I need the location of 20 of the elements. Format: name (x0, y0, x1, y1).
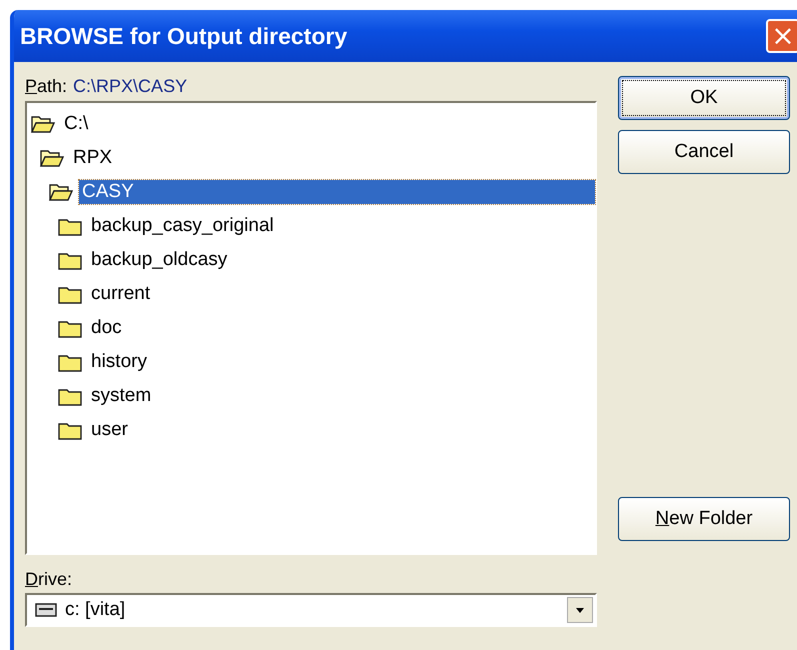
drive-icon (35, 603, 57, 617)
close-button[interactable]: × (766, 19, 797, 53)
folder-item[interactable]: CASY (79, 180, 595, 204)
path-value: C:\RPX\CASY (73, 76, 188, 98)
new-folder-button[interactable]: New Folder (618, 497, 790, 541)
folder-item[interactable]: history (88, 350, 150, 374)
path-label: Path: (25, 76, 68, 98)
folder-item[interactable]: backup_casy_original (88, 214, 277, 238)
folder-item[interactable]: backup_oldcasy (88, 248, 230, 272)
folder-item[interactable]: user (88, 418, 131, 442)
drive-dropdown[interactable]: c: [vita] (25, 593, 597, 627)
folder-item[interactable]: C:\ (61, 112, 92, 136)
folder-item[interactable]: RPX (70, 146, 116, 170)
cancel-button[interactable]: Cancel (618, 130, 790, 174)
window-title: BROWSE for Output directory (20, 22, 348, 50)
drive-label: Drive: (25, 569, 74, 591)
folder-item[interactable]: doc (88, 316, 125, 340)
ok-button[interactable]: OK (618, 76, 790, 120)
folder-item[interactable]: system (88, 384, 154, 408)
folder-item[interactable]: current (88, 282, 154, 306)
